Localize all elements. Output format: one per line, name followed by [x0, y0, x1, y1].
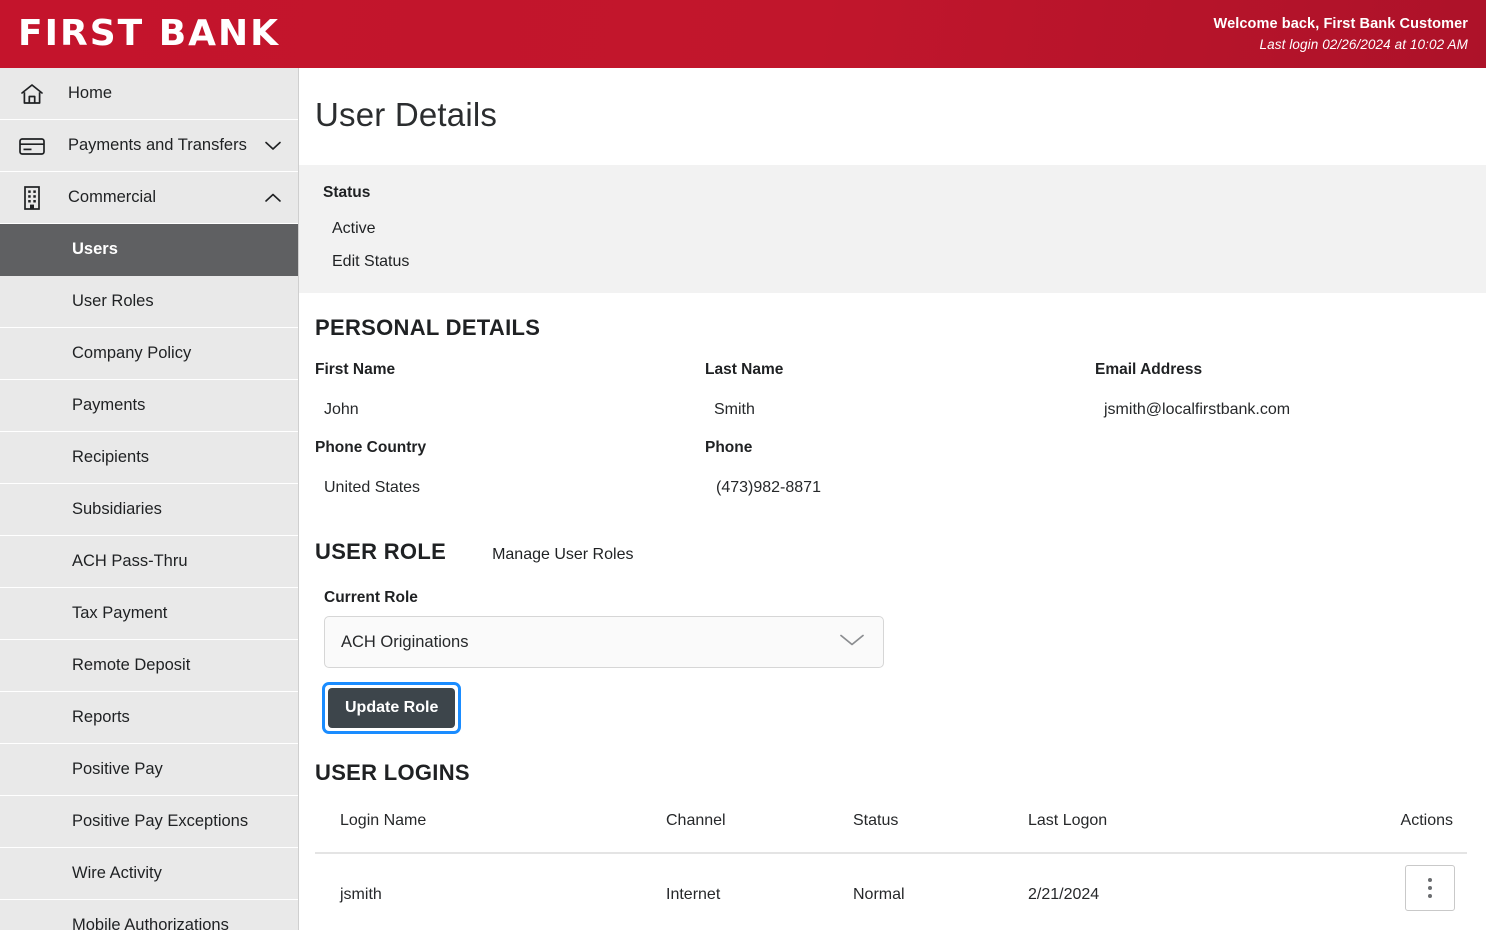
empty-cell — [1095, 439, 1486, 479]
current-role-label: Current Role — [324, 589, 418, 606]
page-title: User Details — [315, 96, 498, 133]
sidebar-item-label: Payments and Transfers — [68, 136, 247, 154]
user-logins-table: Login Name Channel Status Last Logon Act… — [315, 812, 1467, 912]
personal-details-section: PERSONAL DETAILS First Name Last Name Em… — [299, 293, 1486, 517]
current-role-select[interactable]: ACH Originations — [324, 616, 884, 668]
last-name-value: Smith — [714, 401, 755, 418]
first-name-label: First Name — [315, 361, 396, 378]
sidebar-sub-label: Remote Deposit — [72, 656, 191, 674]
credit-card-icon — [16, 135, 48, 157]
kebab-dot — [1428, 886, 1432, 890]
sidebar-item-payments[interactable]: Payments — [0, 380, 298, 432]
sidebar-item-tax-payment[interactable]: Tax Payment — [0, 588, 298, 640]
table-header-row: Login Name Channel Status Last Logon Act… — [315, 812, 1467, 852]
sidebar-sub-label: Tax Payment — [72, 604, 168, 622]
sidebar-sub-label: Reports — [72, 708, 130, 726]
main-content: User Details Status Active Edit Status P… — [299, 68, 1486, 930]
last-login-text: Last login 02/26/2024 at 10:02 AM — [1259, 36, 1468, 52]
table-row: jsmith Internet Normal 2/21/2024 — [315, 852, 1467, 912]
cell-login-name: jsmith — [340, 886, 382, 903]
welcome-message: Welcome back, First Bank Customer — [1213, 15, 1468, 32]
chevron-up-icon[interactable] — [262, 193, 284, 203]
column-header-last-logon: Last Logon — [1028, 812, 1108, 829]
sidebar-item-company-policy[interactable]: Company Policy — [0, 328, 298, 380]
sidebar-sub-label: ACH Pass-Thru — [72, 552, 188, 570]
welcome-block: Welcome back, First Bank Customer Last l… — [1214, 14, 1468, 55]
email-label: Email Address — [1095, 361, 1203, 378]
sidebar-sub-label: Positive Pay — [72, 760, 163, 778]
user-role-heading: USER ROLE — [315, 539, 447, 564]
update-role-focus-ring: Update Role — [322, 682, 462, 734]
sidebar-sub-label: Payments — [72, 396, 146, 414]
last-name-label: Last Name — [705, 361, 784, 378]
sidebar-item-users[interactable]: Users — [0, 224, 298, 276]
sidebar-item-commercial[interactable]: Commercial — [0, 172, 298, 224]
column-header-status: Status — [853, 812, 899, 829]
sidebar-nav: Home Payments and Transfers Commercial U… — [0, 68, 299, 930]
status-panel: Status Active Edit Status — [299, 165, 1486, 293]
manage-user-roles-link[interactable]: Manage User Roles — [492, 546, 633, 564]
cell-last-logon: 2/21/2024 — [1028, 886, 1100, 903]
sidebar-item-payments-and-transfers[interactable]: Payments and Transfers — [0, 120, 298, 172]
sidebar-item-positive-pay[interactable]: Positive Pay — [0, 744, 298, 796]
column-header-channel: Channel — [666, 812, 726, 829]
brand-logo[interactable]: FIRST BANK — [18, 16, 280, 52]
sidebar-item-label: Commercial — [68, 188, 157, 206]
phone-country-label: Phone Country — [315, 439, 427, 456]
phone-value: (473)982-8871 — [716, 479, 821, 496]
kebab-dot — [1428, 878, 1432, 882]
sidebar-sub-label: Recipients — [72, 448, 150, 466]
chevron-down-icon — [839, 633, 865, 652]
cell-channel: Internet — [666, 886, 721, 903]
sidebar-item-wire-activity[interactable]: Wire Activity — [0, 848, 298, 900]
sidebar-sub-label: Subsidiaries — [72, 500, 162, 518]
phone-country-value: United States — [324, 479, 421, 496]
user-role-section: USER ROLE Manage User Roles Current Role… — [299, 517, 1486, 734]
chevron-down-icon[interactable] — [262, 141, 284, 151]
sidebar-sub-label: Positive Pay Exceptions — [72, 812, 249, 830]
status-label: Status — [323, 184, 371, 201]
cell-actions — [1386, 865, 1467, 911]
first-name-value: John — [324, 401, 359, 418]
sidebar-item-reports[interactable]: Reports — [0, 692, 298, 744]
column-header-login-name: Login Name — [340, 812, 427, 829]
sidebar-item-mobile-authorizations[interactable]: Mobile Authorizations — [0, 900, 298, 930]
sidebar-sub-label: Wire Activity — [72, 864, 162, 882]
sidebar-sub-label: Users — [72, 240, 118, 258]
user-role-header-row: USER ROLE Manage User Roles — [315, 539, 1486, 565]
status-badge: Active — [332, 220, 376, 237]
column-header-actions: Actions — [1400, 812, 1453, 829]
sidebar-item-home[interactable]: Home — [0, 68, 298, 120]
user-logins-heading: USER LOGINS — [315, 760, 470, 785]
cell-status: Normal — [853, 886, 905, 903]
update-role-button[interactable]: Update Role — [328, 688, 456, 728]
page-body: Home Payments and Transfers Commercial U… — [0, 68, 1486, 930]
sidebar-item-remote-deposit[interactable]: Remote Deposit — [0, 640, 298, 692]
edit-status-link[interactable]: Edit Status — [323, 253, 1486, 271]
building-icon — [16, 185, 48, 211]
sidebar-item-recipients[interactable]: Recipients — [0, 432, 298, 484]
sidebar-sub-label: Mobile Authorizations — [72, 916, 229, 930]
sidebar-item-subsidiaries[interactable]: Subsidiaries — [0, 484, 298, 536]
sidebar-sub-label: Company Policy — [72, 344, 192, 362]
empty-cell — [1095, 479, 1486, 517]
sidebar-item-user-roles[interactable]: User Roles — [0, 276, 298, 328]
email-value: jsmith@localfirstbank.com — [1104, 401, 1291, 418]
personal-details-heading: PERSONAL DETAILS — [315, 315, 541, 340]
sidebar-item-positive-pay-exceptions[interactable]: Positive Pay Exceptions — [0, 796, 298, 848]
current-role-value: ACH Originations — [341, 632, 469, 651]
sidebar-item-ach-pass-thru[interactable]: ACH Pass-Thru — [0, 536, 298, 588]
home-icon — [16, 82, 48, 106]
user-logins-section: USER LOGINS Login Name Channel Status La… — [299, 734, 1486, 912]
personal-details-grid: First Name Last Name Email Address John … — [315, 361, 1486, 517]
app-header: FIRST BANK Welcome back, First Bank Cust… — [0, 0, 1486, 68]
kebab-dot — [1428, 894, 1432, 898]
kebab-menu-icon[interactable] — [1405, 865, 1455, 911]
sidebar-sub-label: User Roles — [72, 292, 154, 310]
sidebar-item-label: Home — [68, 84, 113, 102]
phone-label: Phone — [705, 439, 753, 456]
